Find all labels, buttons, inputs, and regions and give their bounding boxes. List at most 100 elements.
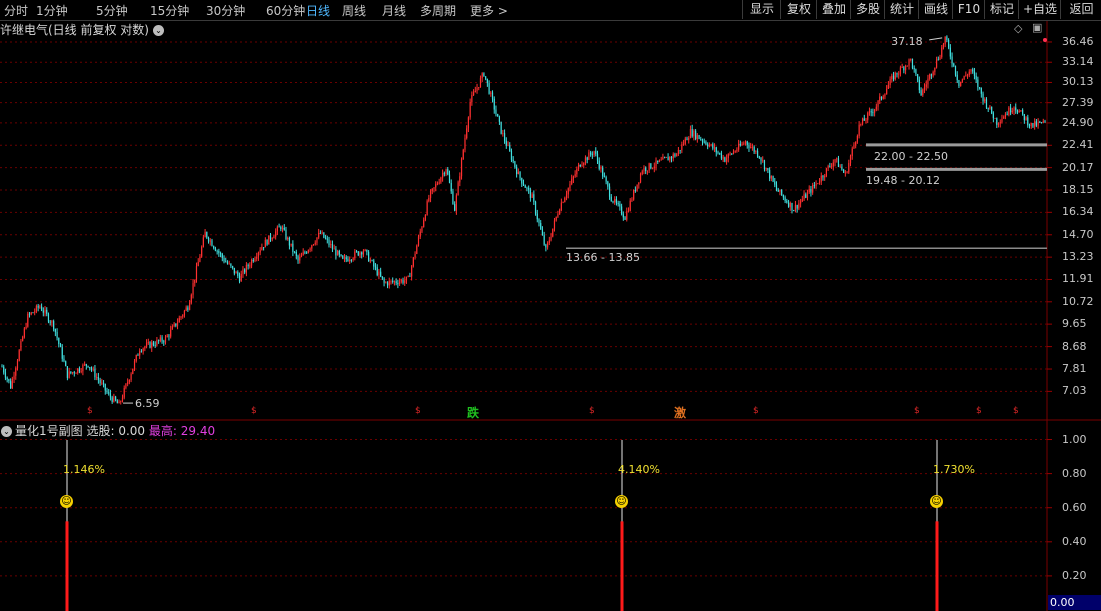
candle-body [906, 65, 908, 67]
candle-body [1, 366, 3, 368]
candle-body [77, 368, 79, 373]
candle-body [707, 144, 709, 147]
candle-body [447, 169, 449, 175]
candle-body [63, 358, 65, 362]
candle-body [139, 351, 141, 356]
candle-body [1037, 121, 1039, 126]
candle-body [812, 185, 814, 193]
candle-body [445, 169, 447, 175]
candle-body [753, 146, 755, 152]
candle-body [670, 156, 673, 159]
candle-body [657, 160, 659, 162]
indicator-tick-label: 0.40 [1062, 534, 1087, 548]
candle-body [278, 226, 280, 228]
candle-body [669, 156, 671, 161]
candle-body [268, 235, 270, 245]
candle-body [784, 197, 786, 201]
candle-body [789, 202, 791, 207]
candle-body [295, 252, 297, 256]
candle-body [848, 163, 850, 173]
candle-body [970, 69, 972, 72]
candle-body [879, 96, 881, 101]
candle-body [917, 74, 919, 80]
candle-body [249, 265, 251, 267]
candle-body [781, 189, 783, 196]
buy-signal-marker: $ [87, 406, 93, 416]
candle-body [125, 383, 127, 388]
candle-body [121, 397, 124, 402]
candle-body [953, 63, 955, 66]
candle-body [96, 377, 98, 378]
candle-body [189, 302, 191, 310]
candle-body [73, 372, 75, 374]
candle-body [436, 183, 439, 185]
candle-body [331, 244, 334, 249]
candle-body [1032, 123, 1034, 127]
candle-body [650, 163, 652, 169]
candle-body [865, 119, 867, 121]
candle-body [223, 257, 225, 262]
panel-toggle-icon[interactable]: ▣ [1032, 21, 1042, 34]
candle-body [827, 166, 829, 169]
candle-body [385, 282, 387, 284]
candle-body [326, 238, 328, 240]
candle-body [42, 310, 44, 313]
candle-body [689, 128, 692, 138]
candle-body [34, 311, 36, 313]
candle-body [767, 168, 769, 170]
chevron-down-icon[interactable]: ⌄ [1, 426, 12, 437]
candle-body [343, 257, 346, 259]
candle-body [462, 149, 464, 159]
candle-body [949, 47, 951, 57]
candle-body [1023, 114, 1025, 121]
candle-body [960, 81, 962, 86]
candle-body [111, 397, 113, 402]
candle-body [132, 368, 134, 374]
candle-body [390, 280, 392, 282]
candle-body [724, 157, 726, 162]
candle-body [190, 294, 192, 303]
candle-body [28, 313, 31, 315]
candle-body [531, 194, 533, 198]
candle-body [951, 56, 953, 64]
candle-body [47, 313, 50, 322]
candle-body [965, 75, 967, 77]
price-tick-label: 16.34 [1062, 205, 1094, 219]
candle-body [676, 154, 678, 157]
candle-body [855, 141, 857, 145]
candle-body [471, 95, 473, 102]
candle-body [626, 211, 628, 220]
candle-body [202, 237, 204, 247]
candle-body [342, 255, 344, 259]
candle-body [705, 141, 707, 145]
candle-body [729, 153, 731, 155]
candle-body [560, 202, 562, 211]
candle-body [901, 67, 903, 69]
candle-body [813, 185, 815, 186]
candle-body [548, 240, 550, 243]
candle-body [782, 195, 784, 198]
candle-body [583, 163, 585, 166]
candle-body [297, 255, 299, 261]
candle-body [614, 198, 616, 203]
candle-body [226, 261, 229, 264]
candle-body [667, 157, 669, 161]
candle-body [37, 305, 39, 308]
candle-body [335, 248, 337, 256]
candle-body [423, 220, 425, 228]
candle-body [839, 166, 841, 168]
candle-body [302, 252, 304, 256]
indicator-tick-label: 0.20 [1062, 568, 1087, 582]
candle-body [486, 78, 488, 84]
indicator-tick-label: 0.80 [1062, 466, 1087, 480]
candle-body [218, 250, 220, 254]
candle-body [942, 44, 945, 48]
diamond-icon[interactable]: ◇ [1014, 22, 1022, 35]
select-label: 选股: [86, 424, 115, 438]
candle-body [681, 144, 683, 151]
candle-body [166, 335, 168, 338]
candle-body [373, 260, 375, 267]
smiley-icon: ☺ [930, 495, 943, 508]
candle-body [457, 182, 459, 196]
candle-body [381, 276, 383, 279]
